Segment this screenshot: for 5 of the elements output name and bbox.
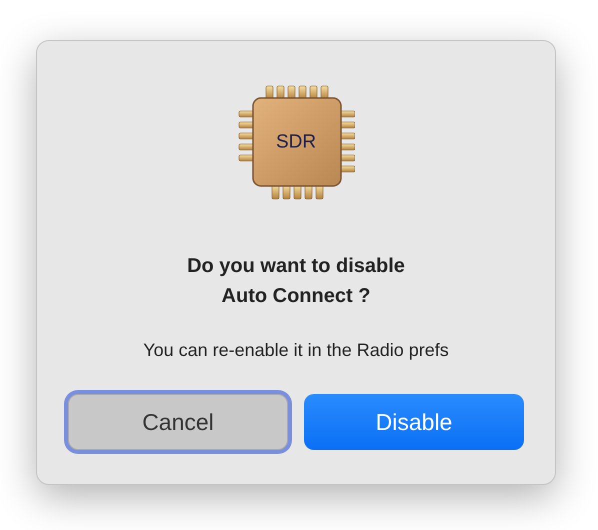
dialog-message: You can re-enable it in the Radio prefs — [143, 339, 449, 362]
chip-icon — [237, 83, 355, 201]
disable-button[interactable]: Disable — [304, 394, 524, 450]
chip-label: SDR — [276, 132, 316, 152]
dialog-title: Do you want to disable Auto Connect ? — [187, 254, 405, 309]
